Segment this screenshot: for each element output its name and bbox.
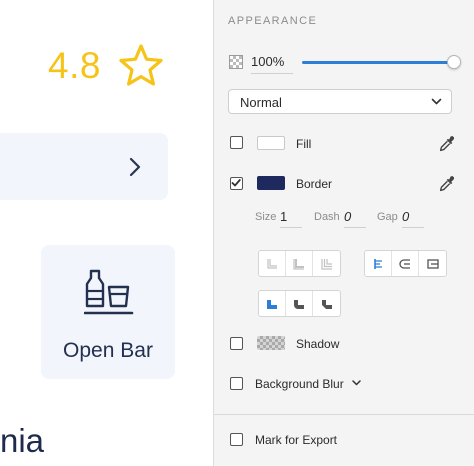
border-align-group bbox=[364, 250, 447, 277]
star-outline-icon bbox=[119, 44, 163, 86]
nav-card[interactable] bbox=[0, 133, 168, 200]
fill-label: Fill bbox=[296, 137, 312, 151]
corner-round-icon bbox=[294, 299, 304, 309]
blend-mode-value: Normal bbox=[240, 95, 282, 110]
corner-square-button[interactable] bbox=[259, 291, 286, 316]
align-center-button[interactable] bbox=[392, 251, 419, 276]
shadow-preview-swatch[interactable] bbox=[257, 336, 285, 350]
align-left-button[interactable] bbox=[365, 251, 392, 276]
border-inside-button[interactable] bbox=[259, 251, 286, 276]
mark-for-export-label: Mark for Export bbox=[255, 433, 338, 447]
gap-input[interactable]: 0 bbox=[402, 209, 424, 228]
checkmark-icon bbox=[231, 179, 241, 187]
border-center-button[interactable] bbox=[286, 251, 313, 276]
blend-mode-select[interactable]: Normal bbox=[228, 89, 452, 114]
align-center-icon bbox=[399, 258, 410, 269]
corner-square-icon bbox=[267, 299, 277, 309]
dash-label: Dash bbox=[314, 211, 340, 223]
eyedropper-icon[interactable] bbox=[438, 175, 456, 193]
shadow-label: Shadow bbox=[296, 337, 340, 351]
shadow-checkbox[interactable] bbox=[230, 337, 243, 350]
fill-color-swatch[interactable] bbox=[257, 136, 285, 150]
size-input[interactable]: 1 bbox=[280, 209, 302, 228]
border-color-swatch[interactable] bbox=[257, 176, 285, 190]
background-blur-checkbox[interactable] bbox=[230, 377, 243, 390]
align-right-button[interactable] bbox=[419, 251, 446, 276]
opacity-checker-icon bbox=[229, 55, 243, 69]
opacity-input[interactable]: 100% bbox=[251, 54, 293, 74]
align-left-icon bbox=[374, 258, 382, 269]
corner-round-button[interactable] bbox=[286, 291, 313, 316]
corner-bevel-icon bbox=[321, 299, 332, 309]
border-corner-group bbox=[258, 290, 341, 317]
opacity-slider-track[interactable] bbox=[302, 61, 456, 64]
border-outside-button[interactable] bbox=[313, 251, 340, 276]
bottle-glass-icon bbox=[84, 269, 134, 315]
inspector-panel: APPEARANCE 100% Normal Fill Border Size … bbox=[213, 0, 474, 466]
corner-bevel-button[interactable] bbox=[313, 291, 340, 316]
partial-heading-text: nia bbox=[0, 422, 45, 459]
align-right-icon bbox=[426, 258, 439, 269]
open-bar-card[interactable]: Open Bar bbox=[41, 245, 175, 379]
design-canvas: 4.8 Open Bar nia bbox=[0, 0, 213, 466]
opacity-slider-thumb[interactable] bbox=[447, 55, 461, 69]
rating-display: 4.8 bbox=[48, 42, 165, 90]
export-checkbox[interactable] bbox=[230, 433, 243, 446]
rating-value: 4.8 bbox=[48, 45, 101, 86]
appearance-section-title: APPEARANCE bbox=[228, 15, 318, 27]
border-center-icon bbox=[293, 258, 304, 270]
open-bar-label: Open Bar bbox=[63, 339, 153, 362]
section-divider bbox=[214, 414, 474, 415]
fill-checkbox[interactable] bbox=[230, 136, 243, 149]
background-blur-label[interactable]: Background Blur bbox=[255, 377, 344, 391]
chevron-down-icon[interactable] bbox=[352, 380, 361, 386]
border-label: Border bbox=[296, 177, 333, 191]
chevron-right-icon[interactable] bbox=[128, 155, 142, 179]
border-position-group bbox=[258, 250, 341, 277]
chevron-down-icon bbox=[431, 98, 442, 105]
border-inside-icon bbox=[267, 258, 277, 269]
dash-input[interactable]: 0 bbox=[344, 209, 366, 228]
size-label: Size bbox=[255, 211, 277, 223]
eyedropper-icon[interactable] bbox=[438, 135, 456, 153]
gap-label: Gap bbox=[377, 211, 398, 223]
border-checkbox[interactable] bbox=[230, 177, 243, 190]
border-outside-icon bbox=[320, 258, 332, 270]
